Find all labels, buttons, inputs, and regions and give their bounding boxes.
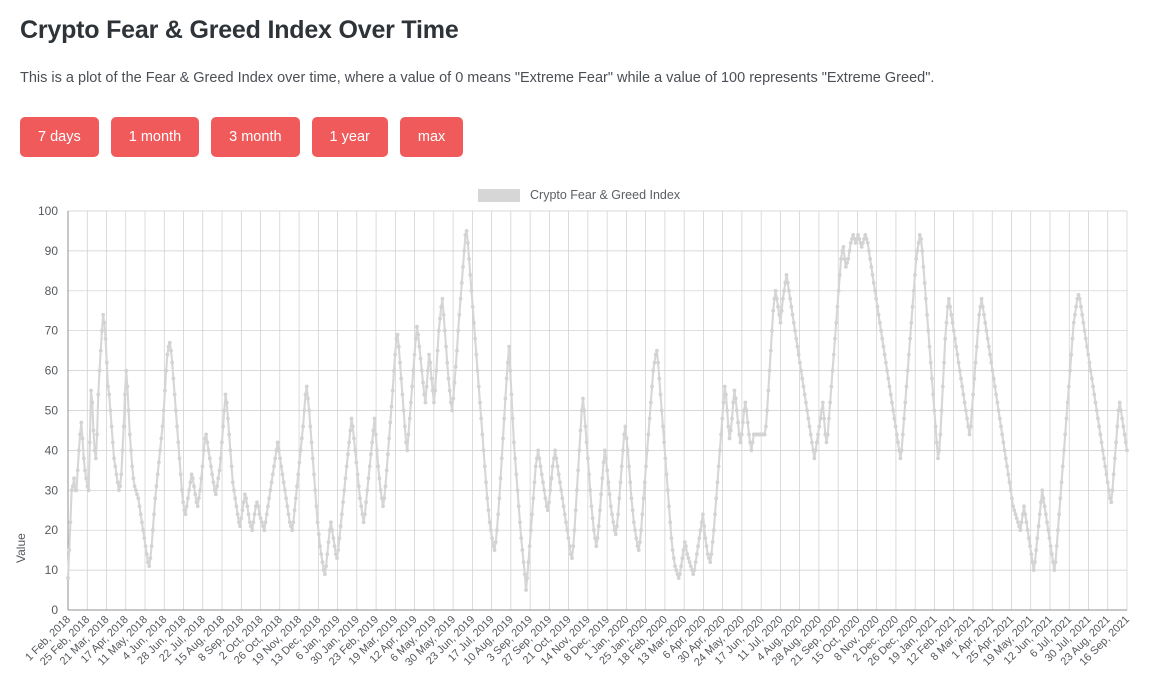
range-button-max[interactable]: max — [399, 117, 464, 157]
svg-text:20: 20 — [45, 523, 59, 537]
fear-greed-page: Crypto Fear & Greed Index Over Time This… — [0, 0, 1151, 692]
svg-text:30: 30 — [45, 483, 59, 497]
svg-text:10: 10 — [45, 563, 59, 577]
range-button-7-days[interactable]: 7 days — [20, 117, 99, 157]
fear-greed-chart: Crypto Fear & Greed Index Value 0 10 20 30 4… — [0, 178, 1151, 692]
range-button-1-month[interactable]: 1 month — [110, 117, 200, 157]
svg-text:50: 50 — [45, 404, 59, 418]
chart-plot-area: 01020304050607080901001 Feb, 201825 Feb,… — [23, 204, 1132, 669]
range-button-3-month[interactable]: 3 month — [211, 117, 300, 157]
svg-text:90: 90 — [45, 244, 59, 258]
svg-text:80: 80 — [45, 284, 59, 298]
svg-text:60: 60 — [45, 364, 59, 378]
svg-text:70: 70 — [45, 324, 59, 338]
range-button-1-year[interactable]: 1 year — [311, 117, 388, 157]
svg-text:100: 100 — [38, 204, 58, 218]
page-description: This is a plot of the Fear & Greed Index… — [20, 70, 935, 86]
svg-text:0: 0 — [51, 603, 58, 617]
svg-text:40: 40 — [45, 443, 59, 457]
page-title: Crypto Fear & Greed Index Over Time — [20, 16, 459, 44]
range-selector-group: 7 days 1 month 3 month 1 year max — [20, 117, 464, 157]
